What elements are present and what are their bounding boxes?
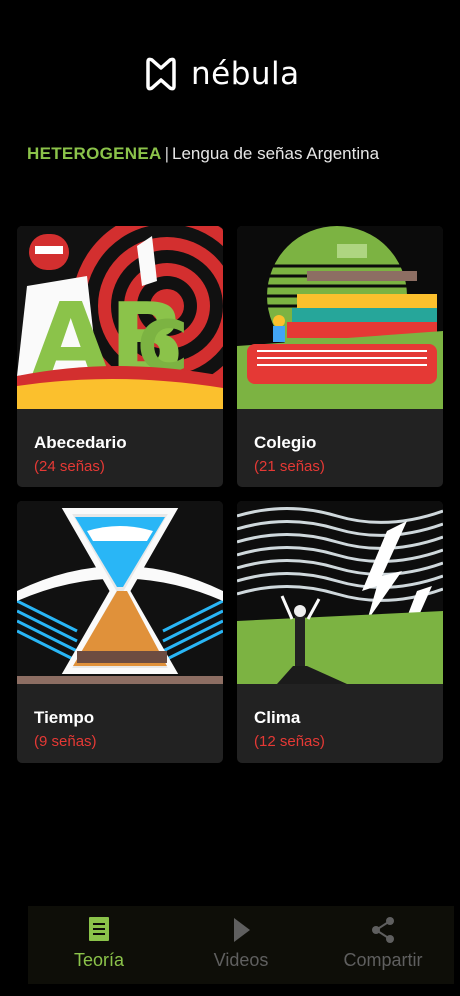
clima-illustration bbox=[237, 501, 443, 684]
nav-item-videos[interactable]: Videos bbox=[170, 906, 312, 984]
category-card-tiempo[interactable]: Tiempo (9 señas) bbox=[17, 501, 223, 763]
logo-text: nébula bbox=[191, 56, 300, 92]
play-icon bbox=[234, 918, 250, 942]
nav-item-teoria[interactable]: Teoría bbox=[28, 906, 170, 984]
tiempo-illustration bbox=[17, 501, 223, 684]
colegio-illustration bbox=[237, 226, 443, 409]
card-title: Colegio bbox=[254, 433, 317, 452]
bottom-navigation: Teoría Videos Compartir bbox=[28, 906, 454, 984]
app-logo: nébula bbox=[143, 52, 300, 96]
card-title: Tiempo bbox=[34, 708, 95, 727]
card-title: Clima bbox=[254, 708, 301, 727]
abecedario-illustration: AB C bbox=[17, 226, 223, 409]
card-count: (24 señas) bbox=[34, 458, 105, 475]
document-icon bbox=[89, 917, 109, 941]
subtitle-text: Lengua de señas Argentina bbox=[172, 144, 380, 163]
nav-label: Videos bbox=[213, 950, 269, 970]
card-count: (21 señas) bbox=[254, 458, 325, 475]
card-count: (9 señas) bbox=[34, 733, 97, 750]
share-icon bbox=[372, 917, 394, 943]
brand-name: HETEROGENEA bbox=[27, 144, 162, 163]
nav-label: Teoría bbox=[73, 950, 125, 970]
page-subtitle: HETEROGENEA | Lengua de señas Argentina bbox=[27, 144, 379, 164]
nav-label: Compartir bbox=[343, 950, 423, 970]
category-card-abecedario[interactable]: AB C Abecedario (24 señas) bbox=[17, 226, 223, 487]
category-card-clima[interactable]: Clima (12 señas) bbox=[237, 501, 443, 763]
separator: | bbox=[164, 144, 170, 163]
nav-item-compartir[interactable]: Compartir bbox=[312, 906, 454, 984]
card-title: Abecedario bbox=[34, 433, 127, 452]
category-card-colegio[interactable]: Colegio (21 señas) bbox=[237, 226, 443, 487]
card-count: (12 señas) bbox=[254, 733, 325, 750]
nebula-logo-icon bbox=[146, 57, 176, 91]
